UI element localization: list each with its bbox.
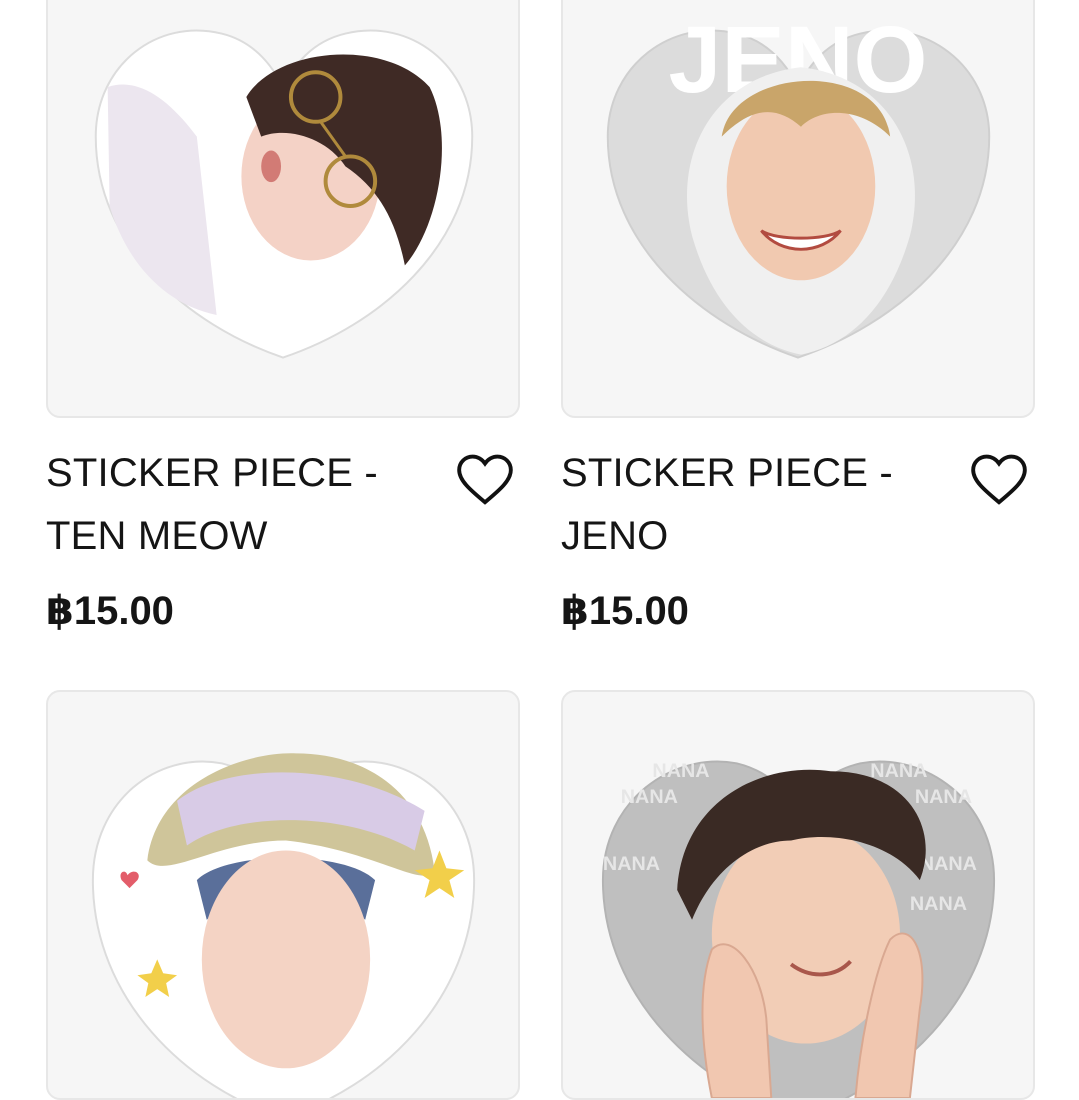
watermark-text: NANA: [920, 853, 977, 875]
heart-sticker-portrait-hands-icon: NANA NANA NANA NANA NANA NANA NANA: [601, 760, 996, 1098]
product-image[interactable]: [46, 690, 520, 1100]
watermark-text: NANA: [603, 853, 660, 875]
watermark-text: NANA: [870, 760, 927, 782]
product-image[interactable]: NANA NANA NANA NANA NANA NANA NANA: [561, 690, 1035, 1100]
product-price: ฿15.00: [561, 589, 689, 633]
watermark-text: NANA: [652, 760, 709, 782]
favorite-heart-icon[interactable]: [968, 448, 1030, 510]
product-title-line2: JENO: [561, 514, 669, 558]
product-title-line1: STICKER PIECE -: [561, 451, 893, 495]
product-price: ฿15.00: [46, 589, 174, 633]
favorite-heart-icon[interactable]: [454, 448, 516, 510]
product-title[interactable]: STICKER PIECE - JENO: [561, 442, 961, 568]
heart-sticker-portrait-headband-icon: [91, 753, 476, 1098]
product-title-line2: TEN MEOW: [46, 514, 268, 558]
product-grid: STICKER PIECE - TEN MEOW ฿15.00 JENO STI…: [0, 0, 1079, 1100]
heart-sticker-portrait-hood-icon: JENO: [606, 7, 991, 359]
heart-sticker-portrait-glasses-icon: [94, 29, 474, 359]
product-image[interactable]: JENO: [561, 0, 1035, 418]
watermark-text: NANA: [915, 786, 972, 808]
watermark-text: NANA: [910, 893, 967, 915]
watermark-text: NANA: [621, 786, 678, 808]
product-title[interactable]: STICKER PIECE - TEN MEOW: [46, 442, 446, 568]
product-title-line1: STICKER PIECE -: [46, 451, 378, 495]
product-image[interactable]: [46, 0, 520, 418]
